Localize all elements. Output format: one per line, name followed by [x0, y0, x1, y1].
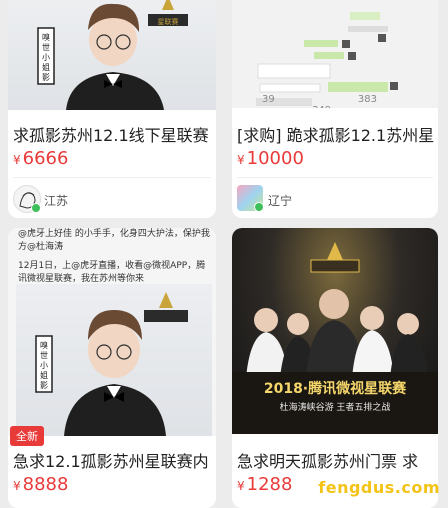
star-logo-icon	[144, 292, 188, 322]
svg-text:嗅: 嗅	[40, 340, 48, 350]
svg-text:影: 影	[40, 380, 48, 390]
listing-title[interactable]: 急求12.1孤影苏州星联赛内	[13, 448, 212, 472]
svg-text:姐: 姐	[42, 62, 50, 72]
listing-image[interactable]: 星联赛 嗅 世 小 姐 影	[8, 0, 216, 110]
post-text: @虎牙上好佳 的小手手，化身四大护法，保护我方@杜海涛 12月1日，上@虎牙直播…	[18, 229, 210, 284]
listing-card[interactable]: 39 383 349 [求购] 跪求孤影12.1苏州星 ¥10000 辽宁	[232, 0, 438, 218]
poster-text: 嗅	[42, 32, 50, 42]
star-logo-icon: 星联赛	[148, 0, 188, 26]
listing-image[interactable]: 2018·腾讯微视星联赛 杜海涛峡谷游 王者五排之战	[232, 228, 438, 434]
event-banner-subtitle: 杜海涛峡谷游 王者五排之战	[279, 403, 391, 413]
listing-stats: 39 383 349	[262, 94, 438, 108]
listing-title[interactable]: 求孤影苏州12.1线下星联赛	[13, 122, 212, 146]
star-logo-icon	[310, 242, 360, 273]
svg-text:小: 小	[40, 361, 48, 370]
chat-screenshot	[256, 12, 398, 106]
online-status-dot	[31, 203, 41, 213]
poster-photo: 星联赛 嗅 世 小 姐 影	[37, 0, 188, 110]
listing-price: ¥1288	[237, 474, 293, 495]
card-divider	[237, 177, 433, 178]
listing-price: ¥8888	[13, 474, 69, 495]
new-badge: 全新	[10, 426, 44, 446]
listing-card[interactable]: 2018·腾讯微视星联赛 杜海涛峡谷游 王者五排之战 急求明天孤影苏州门票 求 …	[232, 228, 438, 508]
seller-avatar[interactable]	[13, 185, 41, 213]
svg-text:世: 世	[42, 42, 50, 52]
svg-text:姐: 姐	[40, 370, 48, 380]
card-divider	[13, 177, 211, 178]
online-status-dot	[254, 202, 264, 212]
listing-title[interactable]: 急求明天孤影苏州门票 求	[237, 448, 434, 472]
event-banner-title: 2018·腾讯微视星联赛	[263, 381, 407, 397]
listing-image[interactable]: 39 383 349	[232, 0, 438, 108]
listing-title[interactable]: [求购] 跪求孤影12.1苏州星	[237, 122, 434, 146]
svg-text:星联赛: 星联赛	[158, 17, 179, 26]
listing-price: ¥6666	[13, 148, 69, 169]
svg-text:影: 影	[42, 72, 50, 82]
listing-card[interactable]: 星联赛 嗅 世 小 姐 影 求孤影苏州12.1线下星联赛 ¥6666 江苏	[8, 0, 216, 218]
site-watermark: fengdus.com	[318, 478, 440, 497]
svg-text:小: 小	[42, 53, 50, 62]
listing-price: ¥10000	[237, 148, 304, 169]
poster-photo: 嗅 世 小 姐 影	[35, 292, 188, 436]
like-count: 349	[312, 105, 331, 108]
svg-text:世: 世	[40, 350, 48, 360]
listing-card[interactable]: @虎牙上好佳 的小手手，化身四大护法，保护我方@杜海涛 12月1日，上@虎牙直播…	[8, 228, 216, 508]
comment-count: 39	[262, 94, 275, 105]
seller-location: 江苏	[44, 194, 69, 208]
listing-image[interactable]: @虎牙上好佳 的小手手，化身四大护法，保护我方@杜海涛 12月1日，上@虎牙直播…	[8, 228, 216, 436]
view-count: 383	[357, 94, 378, 105]
seller-location: 辽宁	[268, 194, 293, 208]
seller-avatar[interactable]	[237, 185, 264, 212]
